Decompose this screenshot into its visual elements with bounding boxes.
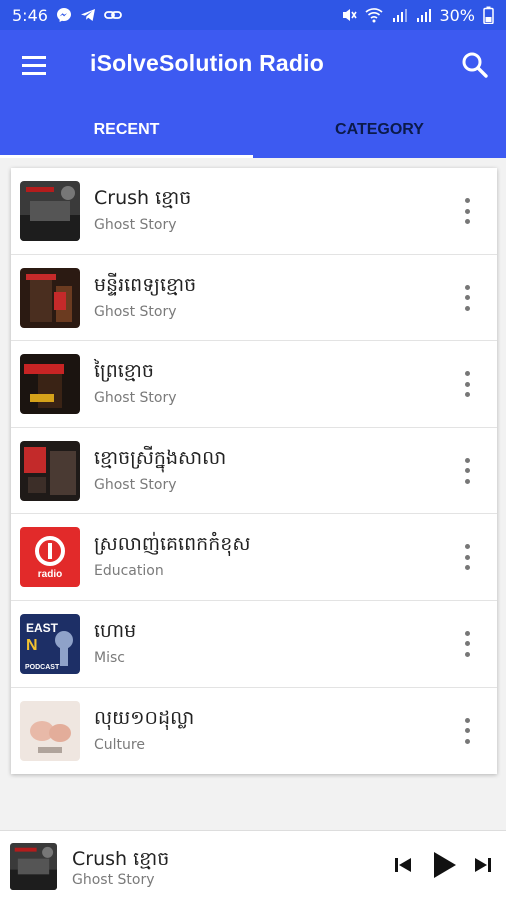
list-item[interactable]: លុយ១០ដុល្លា Culture bbox=[11, 688, 497, 775]
signal-icon bbox=[415, 7, 432, 23]
podcast-logo-top: EAST bbox=[26, 621, 59, 635]
tab-category-label: CATEGORY bbox=[335, 121, 424, 138]
play-icon[interactable] bbox=[430, 849, 458, 885]
tab-recent[interactable]: RECENT bbox=[0, 102, 253, 158]
item-subtitle: Ghost Story bbox=[94, 476, 177, 493]
tab-recent-label: RECENT bbox=[93, 121, 160, 138]
more-options-icon[interactable] bbox=[457, 198, 477, 224]
signal-icon bbox=[391, 7, 408, 23]
link-icon bbox=[104, 8, 122, 22]
item-subtitle: Ghost Story bbox=[94, 217, 177, 233]
player-subtitle: Ghost Story bbox=[72, 872, 155, 888]
status-time: 5:46 bbox=[12, 5, 48, 25]
telegram-icon bbox=[80, 7, 96, 23]
wifi-icon bbox=[365, 7, 383, 23]
battery-icon bbox=[483, 6, 494, 24]
search-icon[interactable] bbox=[460, 50, 490, 80]
menu-icon[interactable] bbox=[18, 52, 52, 80]
item-title: Crush ខ្មោច bbox=[94, 187, 192, 209]
more-options-icon[interactable] bbox=[457, 457, 477, 484]
app-bar: iSolveSolution Radio bbox=[0, 30, 506, 102]
more-options-icon[interactable] bbox=[457, 371, 477, 398]
tab-bar: RECENT CATEGORY bbox=[0, 102, 506, 158]
mini-player[interactable]: Crush ខ្មោច Ghost Story bbox=[0, 830, 506, 900]
item-title: ស្រលាញ់គេពេកកំខុស bbox=[94, 533, 251, 556]
status-right: 30% bbox=[341, 6, 494, 25]
item-subtitle: Ghost Story bbox=[94, 303, 177, 320]
item-subtitle: Education bbox=[94, 563, 164, 580]
skip-previous-icon[interactable] bbox=[392, 853, 414, 881]
more-options-icon[interactable] bbox=[457, 717, 477, 744]
more-options-icon[interactable] bbox=[457, 284, 477, 311]
messenger-icon bbox=[56, 7, 72, 23]
more-options-icon[interactable] bbox=[457, 630, 477, 657]
item-title: ហោម bbox=[94, 619, 137, 642]
item-title: មន្ទីរពេទ្យខ្មោច bbox=[94, 273, 197, 296]
item-subtitle: Misc bbox=[94, 649, 125, 666]
item-title: ខ្មោចស្រីក្នុងសាលា bbox=[94, 446, 227, 469]
list-item[interactable]: EAST N PODCAST ហោម Misc bbox=[11, 601, 497, 688]
item-subtitle: Ghost Story bbox=[94, 390, 177, 407]
list-item[interactable]: ខ្មោចស្រីក្នុងសាលា Ghost Story bbox=[11, 428, 497, 515]
more-options-icon[interactable] bbox=[457, 544, 477, 571]
station-thumbnail bbox=[20, 181, 80, 241]
item-title: លុយ១០ដុល្លា bbox=[94, 706, 195, 729]
station-thumbnail bbox=[20, 354, 80, 415]
item-subtitle: Culture bbox=[94, 736, 145, 753]
list-item[interactable]: Crush ខ្មោច Ghost Story bbox=[11, 168, 497, 255]
app-title: iSolveSolution Radio bbox=[90, 50, 325, 76]
station-list: Crush ខ្មោច Ghost Story មន្ទីរពេទ្យខ្មោច… bbox=[11, 168, 497, 774]
status-bar: 5:46 30% bbox=[0, 0, 506, 30]
mute-icon bbox=[341, 7, 358, 23]
list-item[interactable]: radio ស្រលាញ់គេពេកកំខុស Education bbox=[11, 514, 497, 601]
skip-next-icon[interactable] bbox=[472, 853, 494, 881]
player-thumbnail bbox=[10, 843, 57, 890]
radio-logo-text: radio bbox=[38, 569, 62, 580]
status-left: 5:46 bbox=[12, 6, 122, 25]
station-thumbnail bbox=[20, 267, 80, 328]
list-item[interactable]: មន្ទីរពេទ្យខ្មោច Ghost Story bbox=[11, 255, 497, 342]
list-item[interactable]: ព្រៃខ្មោច Ghost Story bbox=[11, 341, 497, 428]
tab-category[interactable]: CATEGORY bbox=[253, 102, 506, 158]
player-title: Crush ខ្មោច bbox=[72, 848, 170, 870]
battery-percent: 30% bbox=[439, 5, 475, 25]
station-thumbnail: EAST N PODCAST bbox=[20, 613, 80, 674]
podcast-logo-bottom: PODCAST bbox=[25, 664, 60, 671]
station-thumbnail bbox=[20, 440, 80, 501]
tab-indicator bbox=[0, 155, 253, 158]
item-title: ព្រៃខ្មោច bbox=[94, 360, 154, 383]
station-thumbnail bbox=[20, 700, 80, 761]
podcast-logo-mid: N bbox=[26, 637, 38, 654]
station-thumbnail: radio bbox=[20, 527, 80, 588]
